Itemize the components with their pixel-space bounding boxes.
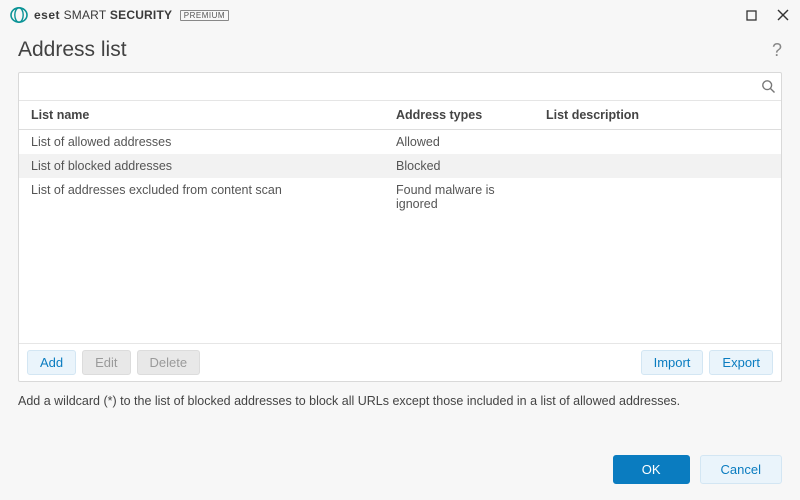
maximize-icon[interactable] <box>744 8 758 22</box>
cancel-button[interactable]: Cancel <box>700 455 782 484</box>
search-icon[interactable] <box>755 74 781 100</box>
cell-desc <box>534 154 781 178</box>
action-bar: Add Edit Delete Import Export <box>19 343 781 381</box>
cell-types: Found malware is ignored <box>384 178 534 216</box>
search-row <box>19 73 781 101</box>
cell-desc <box>534 130 781 154</box>
brand-eset: eset <box>34 8 60 22</box>
cell-desc <box>534 178 781 216</box>
ok-button[interactable]: OK <box>613 455 690 484</box>
brand-smart: SMART <box>64 8 107 22</box>
table-header: List name Address types List description <box>19 101 781 130</box>
window-controls <box>744 8 790 22</box>
export-button[interactable]: Export <box>709 350 773 375</box>
footer: OK Cancel <box>0 443 800 500</box>
brand-security: SECURITY <box>110 8 172 22</box>
page-title: Address list <box>18 38 127 62</box>
table-row[interactable]: List of allowed addresses Allowed <box>19 130 781 154</box>
brand-text: eset SMART SECURITY PREMIUM <box>34 8 229 22</box>
brand: eset SMART SECURITY PREMIUM <box>10 6 229 24</box>
help-icon[interactable]: ? <box>772 40 782 61</box>
close-icon[interactable] <box>776 8 790 22</box>
edit-button: Edit <box>82 350 130 375</box>
cell-types: Blocked <box>384 154 534 178</box>
table-body: List of allowed addresses Allowed List o… <box>19 130 781 343</box>
cell-name: List of allowed addresses <box>19 130 384 154</box>
col-header-desc[interactable]: List description <box>534 101 781 129</box>
import-button[interactable]: Import <box>641 350 704 375</box>
col-header-name[interactable]: List name <box>19 101 384 129</box>
list-panel: List name Address types List description… <box>18 72 782 382</box>
cell-name: List of addresses excluded from content … <box>19 178 384 216</box>
eset-logo-icon <box>10 6 28 24</box>
hint-text: Add a wildcard (*) to the list of blocke… <box>0 382 800 420</box>
titlebar: eset SMART SECURITY PREMIUM <box>0 0 800 30</box>
cell-types: Allowed <box>384 130 534 154</box>
brand-premium-badge: PREMIUM <box>180 10 229 21</box>
header: Address list ? <box>0 30 800 72</box>
delete-button: Delete <box>137 350 201 375</box>
table-row[interactable]: List of addresses excluded from content … <box>19 178 781 216</box>
cell-name: List of blocked addresses <box>19 154 384 178</box>
col-header-types[interactable]: Address types <box>384 101 534 129</box>
table-row[interactable]: List of blocked addresses Blocked <box>19 154 781 178</box>
search-input[interactable] <box>19 73 755 100</box>
add-button[interactable]: Add <box>27 350 76 375</box>
